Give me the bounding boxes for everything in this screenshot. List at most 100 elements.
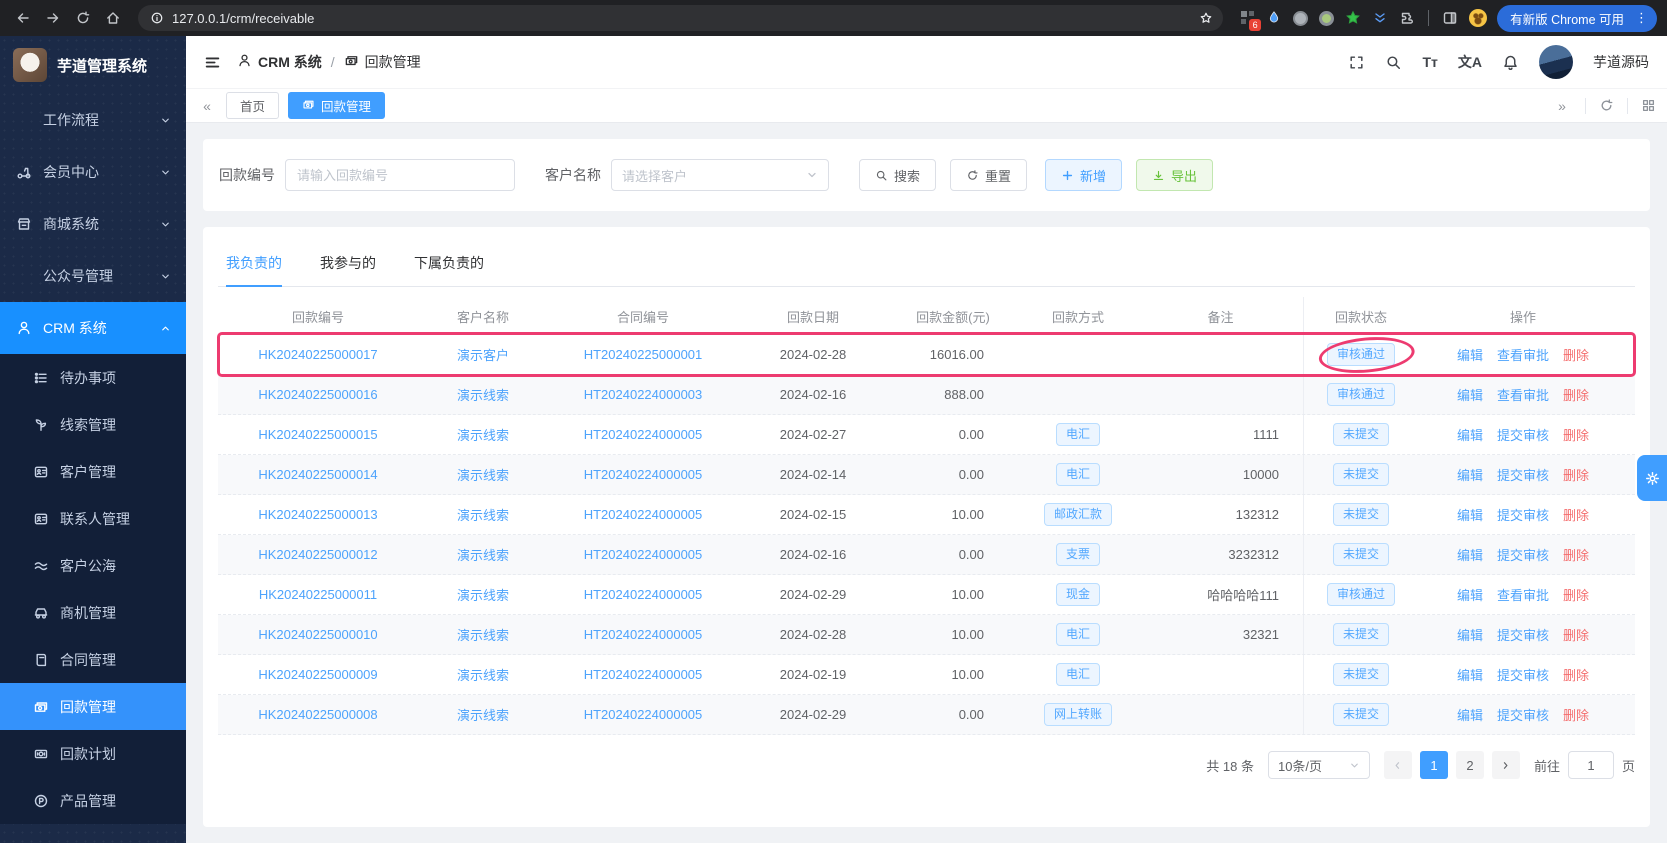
customer-link[interactable]: 演示线索 <box>457 625 509 644</box>
extension-green-icon[interactable] <box>1319 11 1334 26</box>
delete-action[interactable]: 删除 <box>1563 385 1589 404</box>
goto-page-input[interactable] <box>1568 751 1614 779</box>
submit-review-action[interactable]: 提交审核 <box>1497 465 1549 484</box>
bookmark-star-icon[interactable] <box>1193 5 1219 31</box>
customer-link[interactable]: 演示客户 <box>457 345 509 364</box>
edit-action[interactable]: 编辑 <box>1457 345 1483 364</box>
sidebar-subitem[interactable]: 商机管理 <box>0 589 186 636</box>
customer-link[interactable]: 演示线索 <box>457 425 509 444</box>
sidebar-item[interactable]: 公众号管理 <box>0 250 186 302</box>
font-size-icon[interactable]: Tт <box>1422 54 1437 70</box>
edit-action[interactable]: 编辑 <box>1457 585 1483 604</box>
sidebar-subitem[interactable]: 客户管理 <box>0 448 186 495</box>
contract-link[interactable]: HT20240225000001 <box>584 347 703 362</box>
settings-fab[interactable] <box>1637 455 1667 501</box>
delete-action[interactable]: 删除 <box>1563 345 1589 364</box>
next-page-button[interactable] <box>1492 751 1520 779</box>
sidebar-item[interactable]: 商城系统 <box>0 198 186 250</box>
refresh-page-icon[interactable] <box>1599 98 1614 113</box>
sidebar-subitem[interactable]: 产品管理 <box>0 777 186 824</box>
submit-review-action[interactable]: 提交审核 <box>1497 425 1549 444</box>
extension-tiles-icon[interactable]: 6 <box>1241 11 1255 25</box>
contract-link[interactable]: HT20240224000005 <box>584 427 703 442</box>
receivable-code-link[interactable]: HK20240225000014 <box>258 467 377 482</box>
sidebar-item[interactable]: 工作流程 <box>0 94 186 146</box>
customer-link[interactable]: 演示线索 <box>457 705 509 724</box>
browser-home-icon[interactable] <box>100 5 126 31</box>
sidebar-subitem[interactable]: 待办事项 <box>0 354 186 401</box>
view-approval-action[interactable]: 查看审批 <box>1497 385 1549 404</box>
sidebar-subitem[interactable]: 线索管理 <box>0 401 186 448</box>
submit-review-action[interactable]: 提交审核 <box>1497 665 1549 684</box>
scope-tab[interactable]: 下属负责的 <box>414 245 484 286</box>
reset-button[interactable]: 重置 <box>950 159 1027 191</box>
user-avatar[interactable] <box>1539 45 1573 79</box>
contract-link[interactable]: HT20240224000005 <box>584 667 703 682</box>
extensions-puzzle-icon[interactable] <box>1399 10 1415 26</box>
sidebar-item[interactable]: 会员中心 <box>0 146 186 198</box>
sidebar-subitem[interactable]: 联系人管理 <box>0 495 186 542</box>
delete-action[interactable]: 删除 <box>1563 665 1589 684</box>
browser-forward-icon[interactable] <box>40 5 66 31</box>
page-tab[interactable]: 首页 <box>226 92 279 119</box>
receivable-code-link[interactable]: HK20240225000010 <box>258 627 377 642</box>
search-button[interactable]: 搜索 <box>859 159 936 191</box>
customer-link[interactable]: 演示线索 <box>457 385 509 404</box>
sidebar-subitem[interactable]: 合同管理 <box>0 636 186 683</box>
extension-gray-icon[interactable] <box>1293 11 1308 26</box>
add-button[interactable]: 新增 <box>1045 159 1122 191</box>
sidebar-subitem[interactable]: 客户公海 <box>0 542 186 589</box>
contract-link[interactable]: HT20240224000003 <box>584 387 703 402</box>
page-size-select[interactable]: 10条/页 <box>1268 751 1370 779</box>
receivable-code-link[interactable]: HK20240225000016 <box>258 387 377 402</box>
profile-emoji-icon[interactable] <box>1469 9 1487 27</box>
receivable-code-link[interactable]: HK20240225000008 <box>258 707 377 722</box>
edit-action[interactable]: 编辑 <box>1457 545 1483 564</box>
browser-menu-icon[interactable]: ⋮ <box>1632 10 1651 26</box>
fullscreen-icon[interactable] <box>1348 54 1365 71</box>
edit-action[interactable]: 编辑 <box>1457 425 1483 444</box>
view-approval-action[interactable]: 查看审批 <box>1497 585 1549 604</box>
edit-action[interactable]: 编辑 <box>1457 705 1483 724</box>
prev-page-button[interactable] <box>1384 751 1412 779</box>
contract-link[interactable]: HT20240224000005 <box>584 587 703 602</box>
page-number-button[interactable]: 2 <box>1456 751 1484 779</box>
delete-action[interactable]: 删除 <box>1563 465 1589 484</box>
contract-link[interactable]: HT20240224000005 <box>584 627 703 642</box>
customer-link[interactable]: 演示线索 <box>457 545 509 564</box>
chrome-update-button[interactable]: 有新版 Chrome 可用 ⋮ <box>1497 5 1657 32</box>
receivable-code-link[interactable]: HK20240225000013 <box>258 507 377 522</box>
receivable-code-link[interactable]: HK20240225000017 <box>258 347 377 362</box>
contract-link[interactable]: HT20240224000005 <box>584 467 703 482</box>
extension-drop-icon[interactable] <box>1266 10 1282 26</box>
edit-action[interactable]: 编辑 <box>1457 505 1483 524</box>
delete-action[interactable]: 删除 <box>1563 705 1589 724</box>
customer-link[interactable]: 演示线索 <box>457 585 509 604</box>
username[interactable]: 芋道源码 <box>1593 52 1649 72</box>
site-info-icon[interactable] <box>150 11 164 25</box>
language-icon[interactable]: 文A <box>1458 52 1482 72</box>
side-panel-icon[interactable] <box>1442 10 1458 26</box>
submit-review-action[interactable]: 提交审核 <box>1497 705 1549 724</box>
scope-tab[interactable]: 我负责的 <box>226 245 282 286</box>
receivable-code-link[interactable]: HK20240225000015 <box>258 427 377 442</box>
edit-action[interactable]: 编辑 <box>1457 665 1483 684</box>
customer-link[interactable]: 演示线索 <box>457 665 509 684</box>
submit-review-action[interactable]: 提交审核 <box>1497 505 1549 524</box>
submit-review-action[interactable]: 提交审核 <box>1497 625 1549 644</box>
extension-chevrons-icon[interactable] <box>1372 10 1388 26</box>
contract-link[interactable]: HT20240224000005 <box>584 707 703 722</box>
layout-grid-icon[interactable] <box>1641 98 1656 113</box>
sidebar-subitem[interactable]: 回款管理 <box>0 683 186 730</box>
customer-link[interactable]: 演示线索 <box>457 465 509 484</box>
notification-bell-icon[interactable] <box>1502 54 1519 71</box>
tabs-scroll-right-icon[interactable]: » <box>1552 98 1572 114</box>
edit-action[interactable]: 编辑 <box>1457 385 1483 404</box>
page-tab[interactable]: 回款管理 <box>288 92 385 119</box>
receivable-code-link[interactable]: HK20240225000011 <box>259 587 377 602</box>
customer-link[interactable]: 演示线索 <box>457 505 509 524</box>
submit-review-action[interactable]: 提交审核 <box>1497 545 1549 564</box>
address-bar[interactable]: 127.0.0.1/crm/receivable <box>138 5 1223 31</box>
scope-tab[interactable]: 我参与的 <box>320 245 376 286</box>
search-icon[interactable] <box>1385 54 1402 71</box>
